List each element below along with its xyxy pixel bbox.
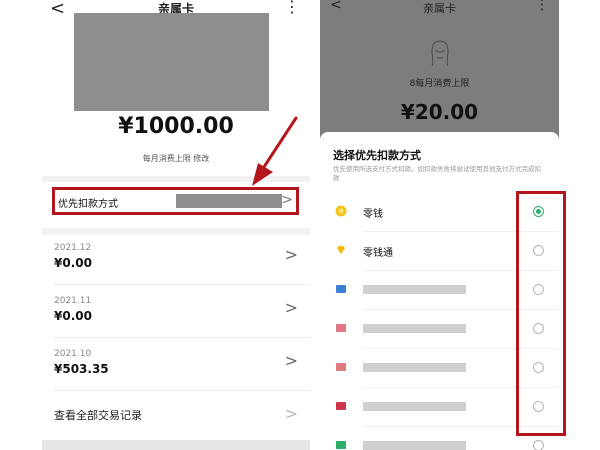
chevron-right-icon: > xyxy=(284,298,298,317)
bank-name-redacted xyxy=(363,324,466,333)
payment-method-redacted xyxy=(176,194,282,208)
view-all-transactions[interactable]: 查看全部交易记录 > xyxy=(42,395,310,435)
bank-name-redacted xyxy=(363,285,466,294)
monthly-limit-amount: ¥1000.00 xyxy=(118,114,234,139)
bank-name-redacted xyxy=(363,441,466,450)
bank-card-icon xyxy=(336,324,346,332)
row-divider xyxy=(54,284,310,285)
avatar-icon xyxy=(431,40,449,67)
radio-column-highlight xyxy=(516,191,566,436)
bank-name-redacted xyxy=(363,363,466,372)
more-options-icon[interactable]: ⋮ xyxy=(284,0,300,16)
record-date: 2021.10 xyxy=(54,349,92,359)
chevron-right-icon: > xyxy=(281,192,293,208)
record-date: 2021.12 xyxy=(54,243,92,253)
sheet-description: 优先使用所选支付方式扣款。如扣款失败将尝试使用其他支付方式完成扣款 xyxy=(333,165,541,182)
coin-icon xyxy=(335,205,347,217)
priority-payment-label: 优先扣款方式 xyxy=(58,199,118,210)
record-row[interactable]: 2021.11 ¥0.00 > xyxy=(42,288,310,338)
monthly-limit-label: 8每月消费上限 xyxy=(409,79,470,89)
section-divider xyxy=(42,228,310,235)
row-divider xyxy=(54,390,310,391)
bottom-band xyxy=(42,440,310,450)
record-amount: ¥0.00 xyxy=(54,256,92,270)
radio-unselected[interactable] xyxy=(533,440,544,450)
view-all-label: 查看全部交易记录 xyxy=(54,409,142,422)
bank-card-icon xyxy=(336,285,346,293)
priority-payment-row[interactable]: 优先扣款方式 > xyxy=(52,187,299,215)
row-divider xyxy=(54,337,310,338)
diamond-icon xyxy=(337,246,345,254)
chevron-right-icon: > xyxy=(284,245,298,264)
bank-name-redacted xyxy=(363,402,466,411)
family-card-screen: < 亲属卡 ⋮ ¥1000.00 每月消费上限 修改 优先扣款方式 > 2021… xyxy=(42,0,310,450)
page-title: 亲属卡 xyxy=(423,2,456,15)
record-amount: ¥503.35 xyxy=(54,362,109,376)
chevron-right-icon: > xyxy=(284,404,298,423)
monthly-limit-amount: ¥20.00 xyxy=(400,100,479,124)
record-date: 2021.11 xyxy=(54,296,92,306)
option-label: 零钱通 xyxy=(363,248,393,259)
more-options-icon[interactable]: ⋮ xyxy=(535,0,549,13)
option-label: 零钱 xyxy=(363,209,383,220)
record-row[interactable]: 2021.12 ¥0.00 > xyxy=(42,235,310,285)
sheet-title: 选择优先扣款方式 xyxy=(333,149,421,162)
chevron-right-icon: > xyxy=(284,351,298,370)
record-row[interactable]: 2021.10 ¥503.35 > xyxy=(42,341,310,391)
bank-card-icon xyxy=(336,402,346,410)
monthly-limit-label[interactable]: 每月消费上限 修改 xyxy=(42,153,310,164)
section-divider xyxy=(42,176,310,182)
bank-card-icon xyxy=(336,363,346,371)
record-amount: ¥0.00 xyxy=(54,309,92,323)
card-image-redacted xyxy=(74,13,269,111)
bank-card-icon xyxy=(336,441,346,449)
